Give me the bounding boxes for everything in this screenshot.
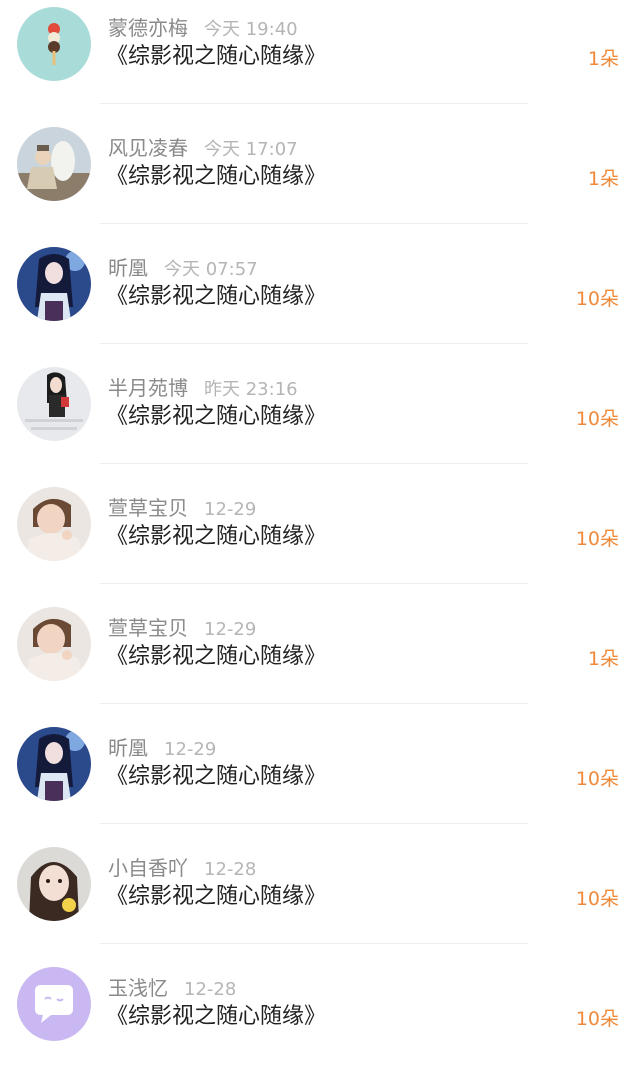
divider [100,343,528,344]
username[interactable]: 蒙德亦梅 [108,16,188,40]
username[interactable]: 昕凰 [108,256,148,280]
gift-count: 10朵 [575,1008,619,1030]
book-title[interactable]: 《综影视之随心随缘》 [106,282,326,312]
book-title[interactable]: 《综影视之随心随缘》 [106,42,326,72]
anime-girl-avatar[interactable] [17,727,91,801]
list-item[interactable]: 萱草宝贝 12-29 《综影视之随心随缘》 10朵 [0,480,640,600]
gift-count: 10朵 [575,888,619,910]
book-title[interactable]: 《综影视之随心随缘》 [106,402,326,432]
child-photo-avatar[interactable] [17,487,91,561]
divider [100,943,528,944]
username[interactable]: 小自香吖 [108,856,188,880]
gift-count: 10朵 [575,528,619,550]
girl-portrait-avatar[interactable] [17,847,91,921]
divider [100,103,528,104]
list-item[interactable]: 萱草宝贝 12-29 《综影视之随心随缘》 1朵 [0,600,640,720]
username[interactable]: 萱草宝贝 [108,496,188,520]
timestamp: 今天 07:57 [164,259,258,280]
divider [100,583,528,584]
list-item[interactable]: 昕凰 12-29 《综影视之随心随缘》 10朵 [0,720,640,840]
timestamp: 12-28 [204,859,257,880]
divider [100,223,528,224]
timestamp: 12-29 [204,499,257,520]
list-item[interactable]: 小自香吖 12-28 《综影视之随心随缘》 10朵 [0,840,640,960]
ice-cream-avatar[interactable] [17,7,91,81]
divider [100,703,528,704]
girl-photo-avatar[interactable] [17,367,91,441]
list-item[interactable]: 昕凰 今天 07:57 《综影视之随心随缘》 10朵 [0,240,640,360]
list-item[interactable]: 半月苑博 昨天 23:16 《综影视之随心随缘》 10朵 [0,360,640,480]
timestamp: 今天 19:40 [204,19,298,40]
timestamp: 12-29 [204,619,257,640]
gift-count: 10朵 [575,408,619,430]
username[interactable]: 半月苑博 [108,376,188,400]
divider [100,823,528,824]
book-title[interactable]: 《综影视之随心随缘》 [106,642,326,672]
chat-bubble-avatar[interactable] [17,967,91,1041]
book-title[interactable]: 《综影视之随心随缘》 [106,522,326,552]
username[interactable]: 风见凌春 [108,136,188,160]
list-item[interactable]: 蒙德亦梅 今天 19:40 《综影视之随心随缘》 1朵 [0,0,640,120]
list-item[interactable]: 玉浅忆 12-28 《综影视之随心随缘》 10朵 [0,960,640,1080]
list-item[interactable]: 风见凌春 今天 17:07 《综影视之随心随缘》 1朵 [0,120,640,240]
book-title[interactable]: 《综影视之随心随缘》 [106,882,326,912]
username[interactable]: 昕凰 [108,736,148,760]
divider [100,463,528,464]
gift-count: 1朵 [587,168,619,190]
username[interactable]: 玉浅忆 [108,976,168,1000]
warrior-horse-avatar[interactable] [17,127,91,201]
child-photo-avatar[interactable] [17,607,91,681]
gift-count: 10朵 [575,768,619,790]
gift-count: 10朵 [575,288,619,310]
anime-girl-avatar[interactable] [17,247,91,321]
book-title[interactable]: 《综影视之随心随缘》 [106,162,326,192]
gift-count: 1朵 [587,648,619,670]
timestamp: 12-28 [184,979,237,1000]
timestamp: 今天 17:07 [204,139,298,160]
gift-count: 1朵 [587,48,619,70]
username[interactable]: 萱草宝贝 [108,616,188,640]
book-title[interactable]: 《综影视之随心随缘》 [106,762,326,792]
book-title[interactable]: 《综影视之随心随缘》 [106,1002,326,1032]
timestamp: 12-29 [164,739,217,760]
timestamp: 昨天 23:16 [204,379,298,400]
gift-record-list: 蒙德亦梅 今天 19:40 《综影视之随心随缘》 1朵 风见凌春 今天 17:07 … [0,0,640,1080]
